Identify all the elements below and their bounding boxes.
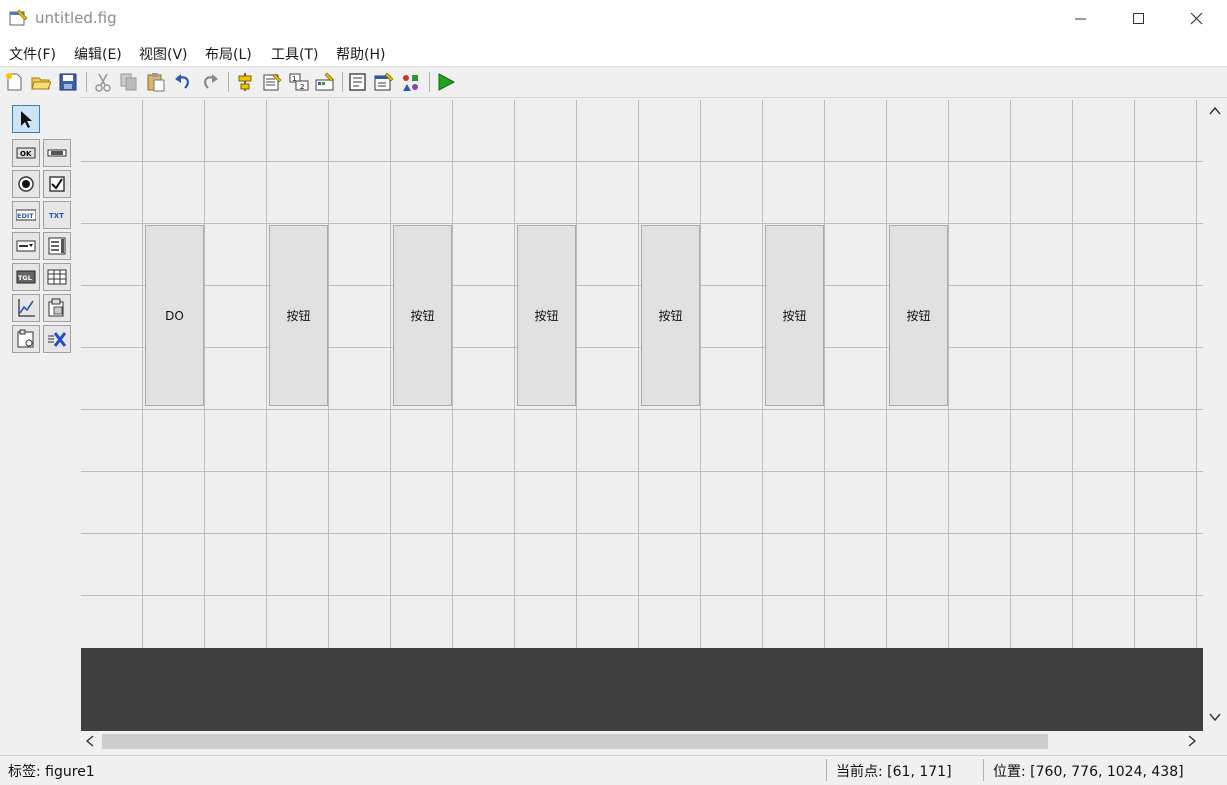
- push-button-icon: OK: [16, 147, 36, 159]
- status-current-point: 当前点: [61, 171]: [836, 764, 952, 780]
- select-arrow-icon: [21, 111, 32, 128]
- menu-layout[interactable]: 布局(L): [205, 44, 252, 64]
- static-text-tool[interactable]: TXT: [43, 201, 71, 229]
- canvas-outside-area: [81, 648, 1203, 731]
- popup-menu-icon: [16, 240, 36, 252]
- svg-text:OK: OK: [20, 150, 32, 158]
- popup-menu-tool[interactable]: [12, 232, 40, 260]
- activex-tool[interactable]: [43, 325, 71, 353]
- svg-text:1: 1: [292, 75, 296, 83]
- component-palette: OK EDIT TXT TGL: [0, 97, 80, 755]
- close-icon: [1190, 13, 1203, 25]
- paste-icon[interactable]: [146, 72, 166, 92]
- menu-tools[interactable]: 工具(T): [271, 44, 318, 64]
- align-icon[interactable]: [235, 72, 255, 92]
- redo-icon[interactable]: [200, 72, 220, 92]
- title-bar: untitled.fig: [0, 0, 1227, 38]
- toolbar: 12: [0, 66, 1227, 98]
- window-title: untitled.fig: [35, 9, 117, 27]
- push-button-tool[interactable]: OK: [12, 139, 40, 167]
- undo-icon[interactable]: [173, 72, 193, 92]
- menu-bar: 文件(F) 编辑(E) 视图(V) 布局(L) 工具(T) 帮助(H): [0, 38, 1227, 66]
- vertical-scrollbar[interactable]: [1203, 100, 1227, 731]
- menu-help[interactable]: 帮助(H): [336, 44, 385, 64]
- panel-icon: [48, 298, 64, 317]
- toggle-button-tool[interactable]: TGL: [12, 263, 40, 291]
- axes-icon: [18, 299, 35, 317]
- toolbar-editor-icon[interactable]: [315, 72, 335, 92]
- editor-icon[interactable]: [348, 72, 368, 92]
- ui-button-2[interactable]: 按钮: [393, 225, 452, 406]
- scroll-left-icon[interactable]: [85, 735, 95, 747]
- ui-button-1[interactable]: 按钮: [269, 225, 328, 406]
- run-icon[interactable]: [436, 72, 456, 92]
- table-icon: [47, 269, 67, 285]
- listbox-icon: [48, 237, 66, 255]
- maximize-button[interactable]: [1110, 0, 1168, 38]
- object-browser-icon[interactable]: [401, 72, 421, 92]
- radio-button-icon: [18, 176, 34, 192]
- ui-button-5[interactable]: 按钮: [765, 225, 824, 406]
- menu-editor-icon[interactable]: [262, 72, 282, 92]
- svg-text:TXT: TXT: [49, 212, 64, 220]
- svg-text:EDIT: EDIT: [17, 212, 34, 220]
- edit-text-tool[interactable]: EDIT: [12, 201, 40, 229]
- svg-text:TGL: TGL: [18, 274, 32, 282]
- minimize-icon: [1075, 18, 1086, 20]
- button-group-icon: [17, 329, 34, 348]
- checkbox-icon: [49, 176, 65, 192]
- menu-edit[interactable]: 编辑(E): [74, 44, 122, 64]
- slider-icon: [47, 149, 67, 157]
- scroll-right-icon[interactable]: [1187, 735, 1197, 747]
- horizontal-scroll-thumb[interactable]: [102, 734, 1048, 749]
- checkbox-tool[interactable]: [43, 170, 71, 198]
- panel-tool[interactable]: [43, 294, 71, 322]
- close-button[interactable]: [1168, 0, 1226, 38]
- status-position: 位置: [760, 776, 1024, 438]: [993, 764, 1184, 780]
- property-inspector-icon[interactable]: [374, 72, 394, 92]
- table-tool[interactable]: [43, 263, 71, 291]
- scroll-up-icon[interactable]: [1209, 106, 1221, 116]
- cut-icon[interactable]: [93, 72, 113, 92]
- toggle-button-icon: TGL: [16, 270, 36, 284]
- copy-icon[interactable]: [119, 72, 139, 92]
- slider-tool[interactable]: [43, 139, 71, 167]
- new-file-icon[interactable]: [4, 72, 24, 92]
- static-text-icon: TXT: [49, 212, 64, 220]
- save-icon[interactable]: [58, 72, 78, 92]
- menu-file[interactable]: 文件(F): [9, 44, 56, 64]
- listbox-tool[interactable]: [43, 232, 71, 260]
- tab-order-icon[interactable]: 12: [289, 72, 309, 92]
- axes-tool[interactable]: [12, 294, 40, 322]
- select-tool[interactable]: [12, 105, 40, 133]
- layout-canvas[interactable]: DO 按钮 按钮 按钮 按钮 按钮 按钮: [81, 100, 1203, 731]
- ui-button-4[interactable]: 按钮: [641, 225, 700, 406]
- maximize-icon: [1133, 13, 1144, 24]
- menu-view[interactable]: 视图(V): [139, 44, 188, 64]
- open-folder-icon[interactable]: [31, 72, 52, 92]
- ui-button-6[interactable]: 按钮: [889, 225, 948, 406]
- svg-text:2: 2: [300, 83, 304, 91]
- ui-button-do[interactable]: DO: [145, 225, 204, 406]
- horizontal-scrollbar[interactable]: [81, 731, 1203, 751]
- button-group-tool[interactable]: [12, 325, 40, 353]
- edit-text-icon: EDIT: [16, 209, 36, 221]
- guide-app-icon: [9, 9, 29, 27]
- scroll-down-icon[interactable]: [1209, 712, 1221, 722]
- status-tag: 标签: figure1: [8, 764, 95, 780]
- radio-button-tool[interactable]: [12, 170, 40, 198]
- ui-button-3[interactable]: 按钮: [517, 225, 576, 406]
- minimize-button[interactable]: [1052, 0, 1110, 38]
- status-bar: 标签: figure1 当前点: [61, 171] 位置: [760, 776…: [0, 755, 1227, 785]
- activex-icon: [48, 332, 67, 347]
